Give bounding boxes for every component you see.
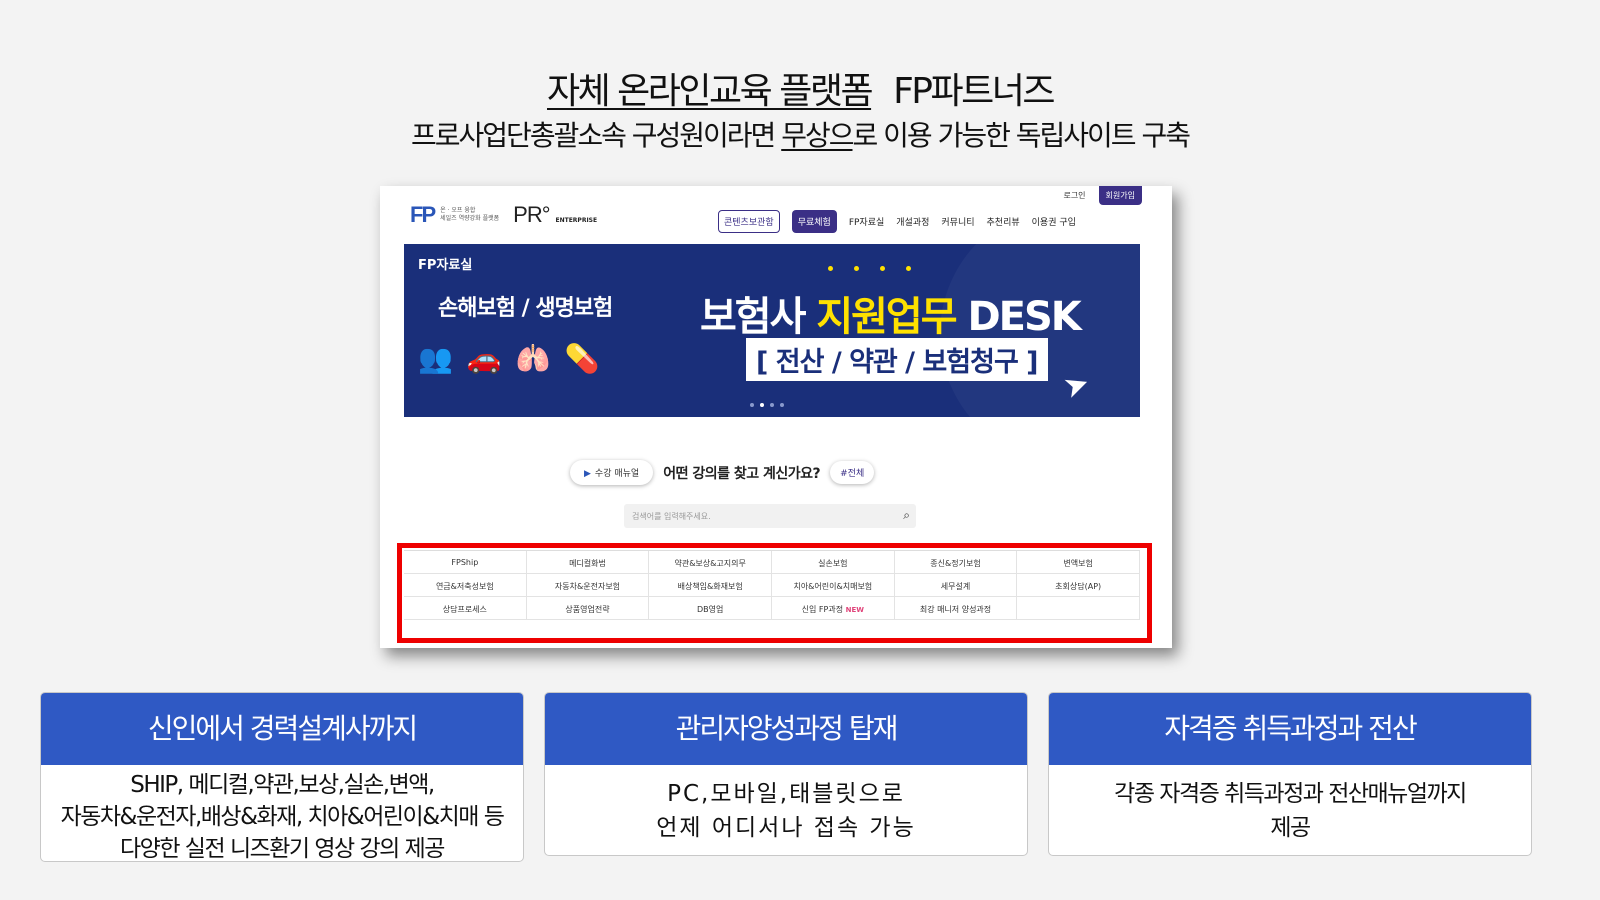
feature-card-manager: 관리자양성과정 탑재 PC,모바일,태블릿으로 언제 어디서나 접속 가능 — [544, 692, 1028, 856]
page-subline: 프로사업단총괄소속 구성원이라면 무상으로 이용 가능한 독립사이트 구축 — [0, 114, 1600, 154]
card-body: SHIP, 메디컬,약관,보상,실손,변액, 자동차&운전자,배상&화재, 치아… — [60, 772, 505, 862]
nav-buy-pass[interactable]: 이용권 구입 — [1032, 215, 1076, 228]
emphasis-dots — [828, 266, 911, 271]
card-body: PC,모바일,태블릿으로 언제 어디서나 접속 가능 — [656, 781, 916, 841]
logo-tagline: 온 · 오프 융합 세일즈 역량강화 플랫폼 — [440, 207, 500, 222]
card-title: 신인에서 경력설계사까지 — [41, 693, 523, 765]
banner-title: 보험사 지원업무 DESK — [700, 294, 1082, 340]
feature-card-newbie: 신인에서 경력설계사까지 SHIP, 메디컬,약관,보상,실손,변액, 자동차&… — [40, 692, 524, 862]
site-logo[interactable]: FP 온 · 오프 융합 세일즈 역량강화 플랫폼 PR° ENTERPRISE — [410, 202, 597, 228]
lecture-search-prompt: ▶ 수강 매뉴얼 어떤 강의를 찾고 계신가요? #전체 — [570, 460, 875, 485]
nav-courses[interactable]: 개설과정 — [896, 215, 929, 228]
card-title: 관리자양성과정 탑재 — [545, 693, 1027, 765]
banner-icons: 👥 🚗 🫁 💊 — [418, 342, 600, 375]
nav-fp-library[interactable]: FP자료실 — [849, 215, 884, 228]
join-button[interactable]: 회원가입 — [1098, 186, 1142, 205]
highlight-box — [397, 543, 1152, 643]
tag-all-button[interactable]: #전체 — [830, 461, 875, 484]
search-input[interactable]: 검색어를 입력해주세요. ⌕ — [624, 504, 916, 528]
subline-underlined: 무상으 — [781, 119, 854, 152]
fp-logo-mark: FP — [410, 202, 436, 227]
enterprise-label: ENTERPRISE — [555, 217, 598, 224]
nav-reviews[interactable]: 추천리뷰 — [987, 215, 1020, 228]
banner-pager[interactable] — [750, 403, 784, 407]
card-title: 자격증 취득과정과 전산 — [1049, 693, 1531, 765]
medicine-icon: 💊 — [564, 342, 600, 375]
lungs-icon: 🫁 — [515, 342, 551, 375]
subline-after: 로 이용 가능한 독립사이트 구축 — [852, 119, 1191, 152]
search-placeholder: 검색어를 입력해주세요. — [632, 512, 711, 521]
login-link[interactable]: 로그인 — [1056, 186, 1092, 205]
people-icon: 👥 — [418, 342, 453, 375]
nav-free-trial[interactable]: 무료체험 — [791, 210, 837, 233]
page-headline: 자체 온라인교육 플랫폼 FP파트너즈 — [0, 62, 1600, 114]
auth-links: 로그인 회원가입 — [1056, 186, 1142, 205]
hero-banner[interactable]: FP자료실 손해보험 / 생명보험 보험사 지원업무 DESK [ 전산 / 약… — [404, 244, 1140, 417]
banner-left-text: 손해보험 / 생명보험 — [438, 296, 613, 321]
main-nav: 콘텐츠보관함 무료체험 FP자료실 개설과정 커뮤니티 추천리뷰 이용권 구입 — [718, 210, 1076, 233]
search-question: 어떤 강의를 찾고 계신가요? — [663, 465, 821, 482]
search-icon[interactable]: ⌕ — [903, 508, 910, 523]
feature-card-license: 자격증 취득과정과 전산 각종 자격증 취득과정과 전산매뉴얼까지 제공 — [1048, 692, 1532, 856]
subline-before: 프로사업단총괄소속 구성원이라면 — [411, 119, 782, 152]
headline-platform: 자체 온라인교육 플랫폼 — [547, 71, 874, 112]
pr-logo: PR° — [513, 202, 550, 227]
manual-button[interactable]: ▶ 수강 매뉴얼 — [570, 460, 654, 485]
play-icon: ▶ — [584, 469, 591, 479]
banner-tag: FP자료실 — [418, 258, 473, 273]
banner-subtitle: [ 전산 / 약관 / 보험청구 ] — [746, 338, 1048, 381]
car-crash-icon: 🚗 — [466, 342, 502, 375]
headline-fp-partners: FP파트너즈 — [893, 71, 1055, 112]
nav-content-box[interactable]: 콘텐츠보관함 — [718, 210, 780, 233]
card-body: 각종 자격증 취득과정과 전산매뉴얼까지 제공 — [1114, 781, 1467, 841]
nav-community[interactable]: 커뮤니티 — [941, 215, 974, 228]
cursor-icon: ➤ — [1058, 364, 1095, 407]
